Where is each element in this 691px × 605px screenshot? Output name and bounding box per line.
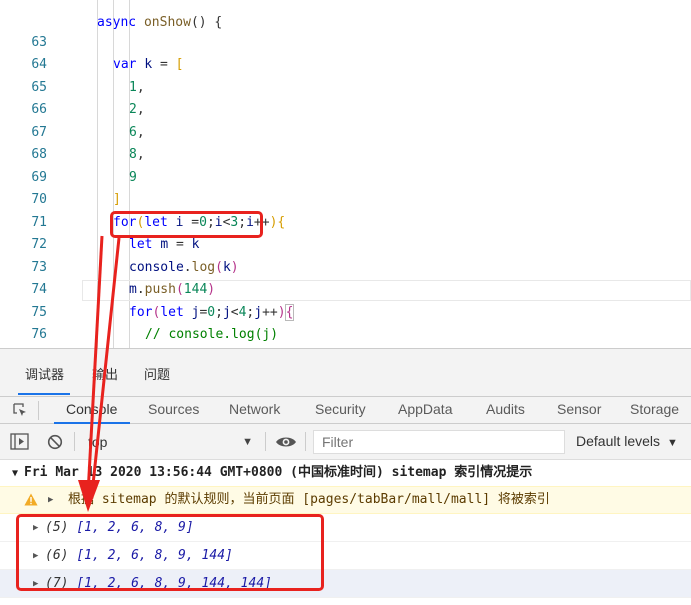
- annotation-arrow: [78, 235, 121, 512]
